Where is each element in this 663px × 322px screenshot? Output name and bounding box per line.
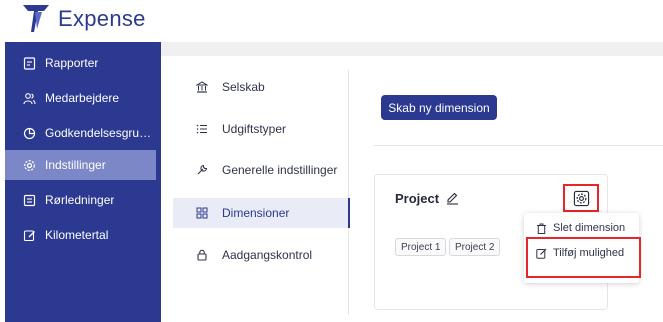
wrench-icon xyxy=(196,164,208,176)
lock-icon xyxy=(196,249,208,261)
sidebar-item-label: Godkendelsesgrupp... xyxy=(45,126,157,140)
sidebar-item-kilometertal[interactable]: Kilometertal xyxy=(5,220,161,250)
create-dimension-button[interactable]: Skab ny dimension xyxy=(381,95,497,120)
sidebar-item-label: Rørledninger xyxy=(45,193,115,207)
header-strip xyxy=(161,42,663,56)
submenu-item-label: Udgiftstyper xyxy=(222,122,287,136)
submenu-item-selskab[interactable]: Selskab xyxy=(173,72,349,102)
trash-icon xyxy=(536,223,547,234)
divider xyxy=(374,145,663,146)
submenu-item-generelle-indstillinger[interactable]: Generelle indstillinger xyxy=(173,155,349,185)
users-icon xyxy=(23,92,36,105)
sidebar-item-medarbejdere[interactable]: Medarbejdere xyxy=(5,83,161,113)
submenu-item-label: Aadgangskontrol xyxy=(222,248,313,262)
sidebar-item-label: Indstillinger xyxy=(45,158,106,172)
sidebar-item-indstillinger[interactable]: Indstillinger xyxy=(5,150,156,180)
submenu-item-dimensioner[interactable]: Dimensioner xyxy=(173,198,350,228)
pie-chart-icon xyxy=(23,127,36,140)
expense-logo-icon xyxy=(23,5,49,32)
dimension-settings-button[interactable] xyxy=(563,184,599,212)
delete-dimension-item[interactable]: Slet dimension xyxy=(524,216,639,240)
report-icon xyxy=(23,56,36,70)
gear-icon xyxy=(573,190,589,206)
add-option-item[interactable]: Tilføj mulighed xyxy=(524,241,639,265)
list-icon xyxy=(196,123,208,135)
menu-item-label: Tilføj mulighed xyxy=(553,247,625,259)
top-bar: Expense xyxy=(0,0,663,42)
sidebar-item-label: Rapporter xyxy=(45,56,99,70)
submenu-item-udgiftstyper[interactable]: Udgiftstyper xyxy=(173,114,349,144)
pencil-icon[interactable] xyxy=(446,192,459,205)
settings-submenu: Selskab Udgiftstyper Generelle indstilli… xyxy=(173,70,350,315)
sidebar-item-label: Medarbejdere xyxy=(45,91,120,105)
sidebar: Rapporter Medarbejdere Godkendelsesgrupp… xyxy=(5,42,161,322)
dimension-context-menu: Slet dimension Tilføj mulighed xyxy=(524,213,639,283)
option-chip[interactable]: Project 1 xyxy=(395,238,447,256)
submenu-item-label: Selskab xyxy=(222,80,265,94)
sidebar-item-godkendelsesgrupper[interactable]: Godkendelsesgrupp... xyxy=(5,118,161,148)
gear-icon xyxy=(23,159,36,172)
pipeline-icon xyxy=(23,194,36,207)
card-title-row: Project xyxy=(395,191,459,206)
submenu-item-label: Dimensioner xyxy=(222,206,290,220)
sidebar-item-label: Kilometertal xyxy=(45,228,109,242)
sidebar-item-rapporter[interactable]: Rapporter xyxy=(5,48,161,78)
edit-icon xyxy=(536,248,547,259)
app-name: Expense xyxy=(58,6,146,31)
submenu-item-aadgangskontrol[interactable]: Aadgangskontrol xyxy=(173,240,349,270)
bank-icon xyxy=(196,81,208,93)
edit-icon xyxy=(23,229,36,242)
sidebar-item-rorledninger[interactable]: Rørledninger xyxy=(5,185,161,215)
option-chip[interactable]: Project 2 xyxy=(449,238,501,256)
dimensions-icon xyxy=(196,207,208,219)
dimension-title: Project xyxy=(395,191,440,206)
menu-item-label: Slet dimension xyxy=(553,222,626,234)
submenu-item-label: Generelle indstillinger xyxy=(222,163,338,177)
